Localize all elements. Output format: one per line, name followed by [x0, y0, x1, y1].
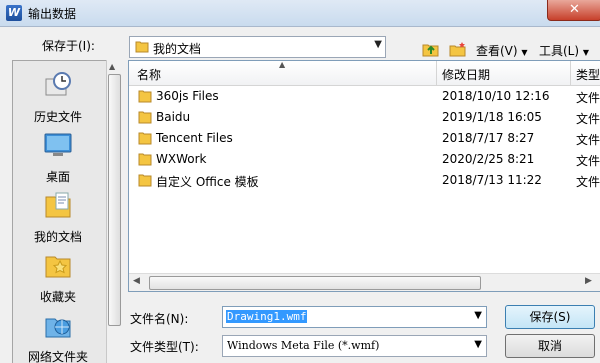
list-header: 名称 ▲ 修改日期 类型: [129, 61, 600, 86]
place-label: 网络文件夹: [27, 350, 88, 363]
scrollbar-thumb[interactable]: [108, 74, 121, 326]
save-dialog: W 输出数据 ✕ 保存于(I): 我的文档 ▼ 查看(V) ▼ 工具(L) ▼: [0, 0, 600, 363]
scroll-right-arrow[interactable]: ▶: [585, 276, 592, 286]
view-menu-label: 查看(V): [476, 44, 518, 58]
file-name: 360js Files: [156, 89, 219, 103]
folder-icon: [138, 132, 152, 145]
tools-menu[interactable]: 工具(L) ▼: [539, 42, 589, 59]
file-name: Tencent Files: [156, 131, 233, 145]
column-header-type[interactable]: 类型: [576, 66, 600, 83]
place-desktop[interactable]: 桌面: [13, 129, 103, 185]
filename-label: 文件名(N):: [130, 312, 189, 326]
list-item[interactable]: Baidu 2019/1/18 16:05 文件: [129, 107, 600, 127]
view-menu[interactable]: 查看(V) ▼: [476, 42, 528, 59]
column-header-date[interactable]: 修改日期: [442, 66, 490, 83]
place-history[interactable]: 历史文件: [13, 69, 103, 125]
location-dropdown[interactable]: 我的文档 ▼: [129, 36, 386, 58]
desktop-icon: [44, 133, 72, 156]
chevron-down-icon[interactable]: ▼: [474, 310, 482, 321]
title-bar: W 输出数据 ✕: [0, 0, 600, 27]
up-folder-icon[interactable]: [422, 41, 440, 57]
place-favorites[interactable]: 收藏夹: [13, 249, 103, 305]
cancel-button[interactable]: 取消: [505, 334, 595, 358]
file-name: WXWork: [156, 152, 207, 166]
folder-icon: [138, 153, 152, 166]
column-separator: [436, 61, 437, 85]
list-item[interactable]: WXWork 2020/2/25 8:21 文件: [129, 149, 600, 169]
history-icon: [45, 72, 71, 96]
folder-icon: [138, 90, 152, 103]
place-label: 收藏夹: [39, 290, 76, 304]
folder-icon: [135, 41, 149, 53]
scroll-up-arrow[interactable]: ▲: [109, 62, 115, 71]
file-date: 2019/1/18 16:05: [442, 110, 542, 124]
scrollbar-thumb[interactable]: [149, 276, 481, 290]
new-folder-icon[interactable]: [449, 41, 467, 57]
favorites-icon: [45, 256, 71, 278]
column-header-name[interactable]: 名称: [137, 66, 161, 83]
places-scrollbar[interactable]: ▲: [106, 60, 121, 363]
places-bar: 历史文件 桌面 我的文档 收藏夹 网络文件夹: [12, 60, 121, 363]
chevron-down-icon: ▼: [521, 48, 528, 57]
list-item[interactable]: Tencent Files 2018/7/17 8:27 文件: [129, 128, 600, 148]
scroll-left-arrow[interactable]: ◀: [133, 276, 140, 286]
list-item[interactable]: 自定义 Office 模板 2018/7/13 11:22 文件: [129, 170, 600, 190]
filename-input[interactable]: Drawing1.wmf ▼: [222, 306, 487, 328]
place-label: 历史文件: [33, 110, 82, 124]
app-icon: W: [6, 5, 22, 21]
save-in-label: 保存于(I):: [42, 39, 95, 53]
documents-icon: [45, 192, 71, 218]
chevron-down-icon: ▼: [374, 39, 382, 50]
chevron-down-icon: ▼: [474, 339, 482, 350]
filetype-select[interactable]: Windows Meta File (*.wmf) ▼: [222, 335, 487, 357]
filetype-value: Windows Meta File (*.wmf): [227, 339, 380, 352]
place-label: 桌面: [45, 170, 70, 184]
file-type: 文件: [576, 112, 600, 126]
file-date: 2018/7/17 8:27: [442, 131, 535, 145]
folder-icon: [138, 111, 152, 124]
file-date: 2018/7/13 11:22: [442, 173, 542, 187]
close-button[interactable]: ✕: [547, 0, 600, 21]
location-text: 我的文档: [153, 42, 202, 56]
place-label: 我的文档: [33, 230, 82, 244]
tools-menu-label: 工具(L): [539, 44, 580, 58]
column-separator: [570, 61, 571, 85]
file-type: 文件: [576, 133, 600, 147]
list-item[interactable]: 360js Files 2018/10/10 12:16 文件: [129, 86, 600, 106]
file-type: 文件: [576, 175, 600, 189]
network-icon: [45, 318, 71, 338]
chevron-down-icon: ▼: [582, 48, 590, 57]
window-title: 输出数据: [28, 7, 77, 21]
filename-value: Drawing1.wmf: [226, 310, 308, 323]
place-documents[interactable]: 我的文档: [13, 189, 103, 245]
sort-arrow-icon: ▲: [279, 60, 286, 69]
file-type: 文件: [576, 154, 600, 168]
save-button[interactable]: 保存(S): [505, 305, 595, 329]
folder-icon: [138, 174, 152, 187]
horizontal-scrollbar[interactable]: ◀ ▶: [129, 273, 600, 291]
filetype-label: 文件类型(T):: [130, 340, 199, 354]
file-name: 自定义 Office 模板: [156, 175, 259, 189]
file-date: 2020/2/25 8:21: [442, 152, 535, 166]
file-type: 文件: [576, 91, 600, 105]
file-date: 2018/10/10 12:16: [442, 89, 550, 103]
file-name: Baidu: [156, 110, 191, 124]
place-network[interactable]: 网络文件夹: [13, 309, 103, 363]
file-list: 名称 ▲ 修改日期 类型 360js Files 2018/10/10 12:1…: [128, 60, 600, 292]
